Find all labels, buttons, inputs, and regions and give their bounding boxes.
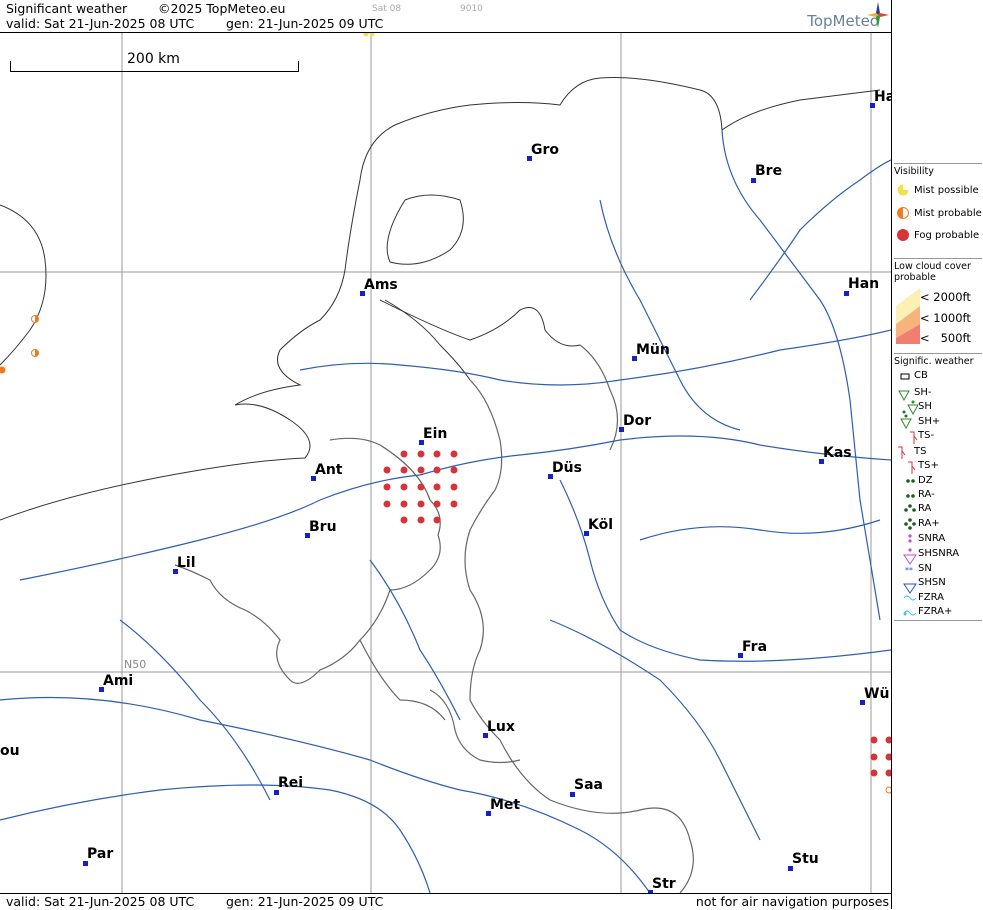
sigwx-ra: RA xyxy=(918,503,932,514)
sigwx-fzra-heavy: FZRA+ xyxy=(918,606,953,617)
day-code: Sat 08 xyxy=(372,4,402,14)
cloud-500: < 500ft xyxy=(920,331,971,345)
city-label: Wü xyxy=(864,686,890,702)
visibility-title: Visibility xyxy=(894,163,982,177)
city-label: Ha xyxy=(874,89,891,105)
cloud-1000: < 1000ft xyxy=(920,311,971,325)
cloud-2000: < 2000ft xyxy=(920,290,971,304)
sigwx-sn: SN xyxy=(918,563,932,574)
city-label: Lil xyxy=(177,555,196,571)
city-label: Gro xyxy=(531,142,560,158)
shower-snow-icon xyxy=(903,583,917,594)
legend-label: Mist possible xyxy=(914,185,979,196)
snow-icon: ** xyxy=(905,566,913,575)
city-label: Köl xyxy=(588,517,614,533)
city-label: Stu xyxy=(792,851,819,867)
sigwx-ts-heavy: TS+ xyxy=(918,460,939,471)
footer-disclaimer: not for air navigation purposes xyxy=(695,894,889,909)
city-label: Dor xyxy=(623,413,652,429)
legend-fog-probable: Fog probable xyxy=(896,229,979,241)
cb-icon xyxy=(900,373,910,380)
sigwx-ts-light: TS- xyxy=(918,430,935,441)
city-label: Ami xyxy=(103,673,134,689)
compass-logo-icon xyxy=(867,2,889,28)
mist-symbols xyxy=(0,33,891,794)
sigwx-symbols: ** xyxy=(898,373,918,616)
sigwx-sh-heavy: SH+ xyxy=(918,416,941,427)
generated-time: gen: 21-Jun-2025 09 UTC xyxy=(226,16,384,31)
footer-bar: valid: Sat 21-Jun-2025 08 UTC gen: 21-Ju… xyxy=(0,893,891,910)
footer-generated-time: gen: 21-Jun-2025 09 UTC xyxy=(226,894,384,909)
cloud-cover-swatches xyxy=(896,288,920,344)
weather-map[interactable]: 200 km N50 Ha Gro Bre Ams Han Mün Ein Do… xyxy=(0,33,891,893)
chart-title: Significant weather xyxy=(6,1,128,16)
drizzle-icon xyxy=(906,479,915,483)
mist-probable-icon xyxy=(897,207,909,219)
city-label: Mün xyxy=(636,342,670,358)
city-label: Saa xyxy=(574,777,603,793)
sigwx-shsn: SHSN xyxy=(918,577,946,588)
sigwx-sh: SH xyxy=(918,401,932,412)
legend-label: Mist probable xyxy=(914,208,982,219)
city-label: Ant xyxy=(315,462,343,478)
city-label: Düs xyxy=(552,460,582,476)
copyright: ©2025 TopMeteo.eu xyxy=(158,1,286,16)
svg-text:**: ** xyxy=(905,566,913,575)
code-number: 9010 xyxy=(460,4,483,14)
sigwx-fzra: FZRA xyxy=(918,592,944,603)
legend-mist-probable: Mist probable xyxy=(896,207,982,219)
legend-label: Fog probable xyxy=(914,230,980,241)
thunderstorm-icon xyxy=(898,446,906,459)
shower-snow-rain-icon xyxy=(903,548,917,565)
fog-dots xyxy=(383,450,891,777)
valid-time: valid: Sat 21-Jun-2025 08 UTC xyxy=(6,16,195,31)
shower-light-icon xyxy=(898,390,910,402)
shower-heavy-icon xyxy=(900,410,912,430)
rain-icon xyxy=(904,504,916,512)
sigwx-ra-heavy: RA+ xyxy=(918,518,940,529)
thunderstorm-light-icon xyxy=(910,431,918,444)
city-label: ou xyxy=(0,743,20,759)
city-label: Lux xyxy=(487,719,515,735)
freezing-rain-heavy-icon xyxy=(903,610,917,616)
cloud-title: Low cloud cover probable xyxy=(894,258,982,283)
city-label: Ein xyxy=(423,426,448,442)
city-label: Fra xyxy=(742,639,768,655)
legend-panel: Visibility Mist possible Mist probable F… xyxy=(891,0,983,909)
freezing-rain-icon xyxy=(903,595,917,601)
sigwx-title: Signific. weather xyxy=(894,353,982,367)
shower-icon xyxy=(907,400,918,416)
footer-valid-time: valid: Sat 21-Jun-2025 08 UTC xyxy=(6,894,195,909)
sigwx-dz: DZ xyxy=(918,475,933,486)
thunderstorm-heavy-icon xyxy=(908,461,916,474)
city-label: Bre xyxy=(755,163,783,179)
mist-possible-icon xyxy=(897,184,909,196)
sigwx-ra-light: RA- xyxy=(918,489,935,500)
fog-probable-icon xyxy=(897,229,909,241)
sigwx-shsnra: SHSNRA xyxy=(918,548,960,559)
legend-end-divider xyxy=(894,620,982,623)
city-label: Rei xyxy=(278,775,304,791)
city-label: Kas xyxy=(823,445,852,461)
rain-light-icon xyxy=(906,494,915,498)
header-bar: Significant weather ©2025 TopMeteo.eu Sa… xyxy=(0,0,891,33)
city-label: Par xyxy=(87,846,114,862)
sigwx-snra: SNRA xyxy=(918,533,946,544)
legend-mist-possible: Mist possible xyxy=(896,184,979,196)
city-label: Ams xyxy=(364,277,398,293)
city-label: Met xyxy=(490,797,521,813)
snow-rain-icon xyxy=(908,534,912,543)
city-label: Str xyxy=(652,876,676,892)
fog-area xyxy=(0,33,891,794)
city-label: Bru xyxy=(309,519,337,535)
city-label: Han xyxy=(848,276,880,292)
rain-heavy-icon xyxy=(904,518,916,530)
